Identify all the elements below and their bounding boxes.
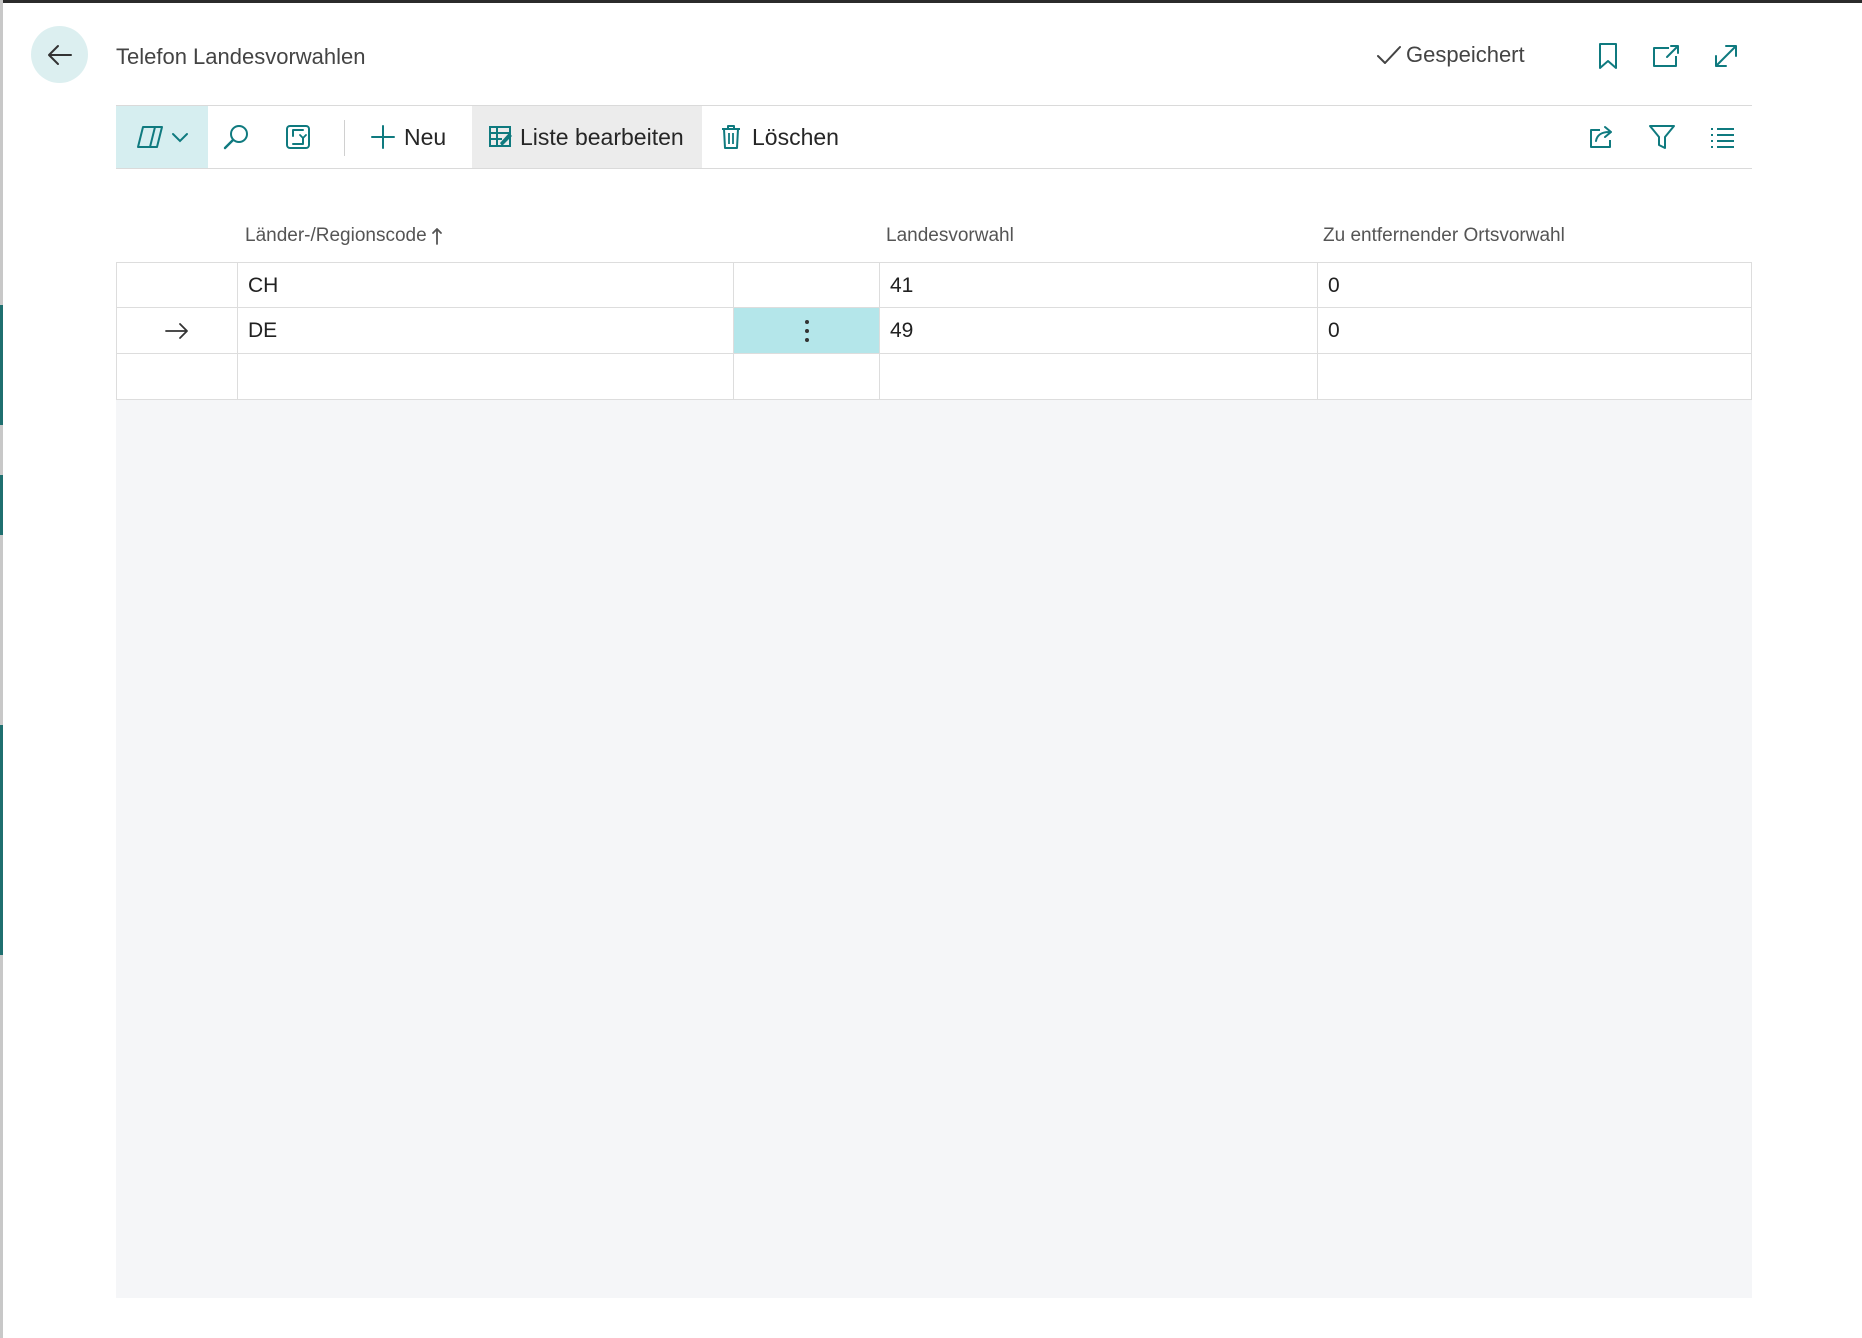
list-grid: CH 41 0 DE 49 0: [116, 262, 1752, 1298]
list-icon: [1711, 128, 1734, 148]
table-row-new[interactable]: [116, 354, 1752, 400]
row-actions-cell[interactable]: [733, 354, 879, 399]
layout-switch-icon: [286, 125, 310, 149]
edit-list-button-label: Liste bearbeiten: [520, 123, 684, 150]
column-header-country-prefix[interactable]: Landesvorwahl: [886, 225, 1014, 247]
new-button[interactable]: Neu: [370, 106, 470, 168]
trash-icon: [722, 125, 740, 149]
table-row[interactable]: CH 41 0: [116, 262, 1752, 308]
delete-button[interactable]: Löschen: [712, 106, 844, 168]
save-status: Gespeichert: [1376, 42, 1525, 68]
area-code-remove-cell[interactable]: 0: [1317, 308, 1752, 353]
delete-button-label: Löschen: [752, 123, 839, 150]
toolbar-separator: [344, 120, 345, 156]
table-row-selected[interactable]: DE 49 0: [116, 308, 1752, 354]
bookmark-icon: [1599, 43, 1617, 69]
bookmark-button[interactable]: [1592, 40, 1624, 72]
share-icon: [1590, 126, 1612, 148]
expand-icon: [1715, 45, 1737, 67]
sort-ascending-icon: [431, 228, 442, 245]
country-code-cell[interactable]: [237, 354, 733, 399]
share-button[interactable]: [1582, 106, 1622, 168]
search-icon: [223, 125, 248, 150]
arrow-right-icon: [165, 322, 188, 339]
save-status-label: Gespeichert: [1406, 42, 1525, 67]
page-title: Telefon Landesvorwahlen: [116, 44, 366, 69]
list-view-button[interactable]: [1702, 106, 1742, 168]
copilot-icon: [137, 126, 163, 148]
left-edge-marker: [0, 305, 3, 425]
checkmark-icon: [1377, 46, 1401, 64]
plus-icon: [371, 125, 395, 149]
back-button[interactable]: [31, 26, 88, 83]
country-prefix-cell[interactable]: 41: [879, 263, 1317, 308]
area-code-remove-cell[interactable]: [1317, 354, 1752, 399]
copilot-menu-button[interactable]: [116, 106, 208, 168]
column-header-country-code[interactable]: Länder-/Regionscode: [245, 225, 443, 247]
row-indicator-cell[interactable]: [116, 308, 237, 353]
search-button[interactable]: [214, 106, 258, 168]
window-top-edge: [0, 0, 1862, 3]
left-edge-marker: [0, 725, 3, 955]
area-code-remove-cell[interactable]: 0: [1317, 263, 1752, 308]
row-actions-button[interactable]: [733, 308, 879, 353]
new-button-label: Neu: [404, 123, 447, 150]
window-left-edge: [0, 0, 3, 1338]
more-options-icon: [804, 319, 809, 342]
edit-list-button[interactable]: Liste bearbeiten: [472, 106, 702, 168]
filter-button[interactable]: [1642, 106, 1682, 168]
layout-switch-button[interactable]: [276, 106, 320, 168]
country-code-cell[interactable]: DE: [237, 308, 733, 353]
row-indicator-cell[interactable]: [116, 354, 237, 399]
edit-list-icon: [489, 126, 512, 147]
column-header-area-code-remove[interactable]: Zu entfernender Ortsvorwahl: [1323, 225, 1565, 247]
country-prefix-cell[interactable]: 49: [879, 308, 1317, 353]
expand-button[interactable]: [1710, 40, 1742, 72]
country-prefix-cell[interactable]: [879, 354, 1317, 399]
chevron-down-icon: [172, 133, 188, 143]
filter-icon: [1649, 125, 1675, 149]
open-new-window-icon: [1653, 45, 1679, 67]
row-indicator-cell[interactable]: [116, 263, 237, 308]
arrow-left-icon: [47, 44, 72, 65]
column-header-label: Länder-/Regionscode: [245, 225, 427, 246]
row-actions-cell[interactable]: [733, 263, 879, 308]
country-code-cell[interactable]: CH: [237, 263, 733, 308]
open-in-new-window-button[interactable]: [1650, 40, 1682, 72]
left-edge-marker: [0, 475, 3, 535]
action-toolbar: Neu Liste bearbeiten Löschen: [116, 105, 1752, 169]
